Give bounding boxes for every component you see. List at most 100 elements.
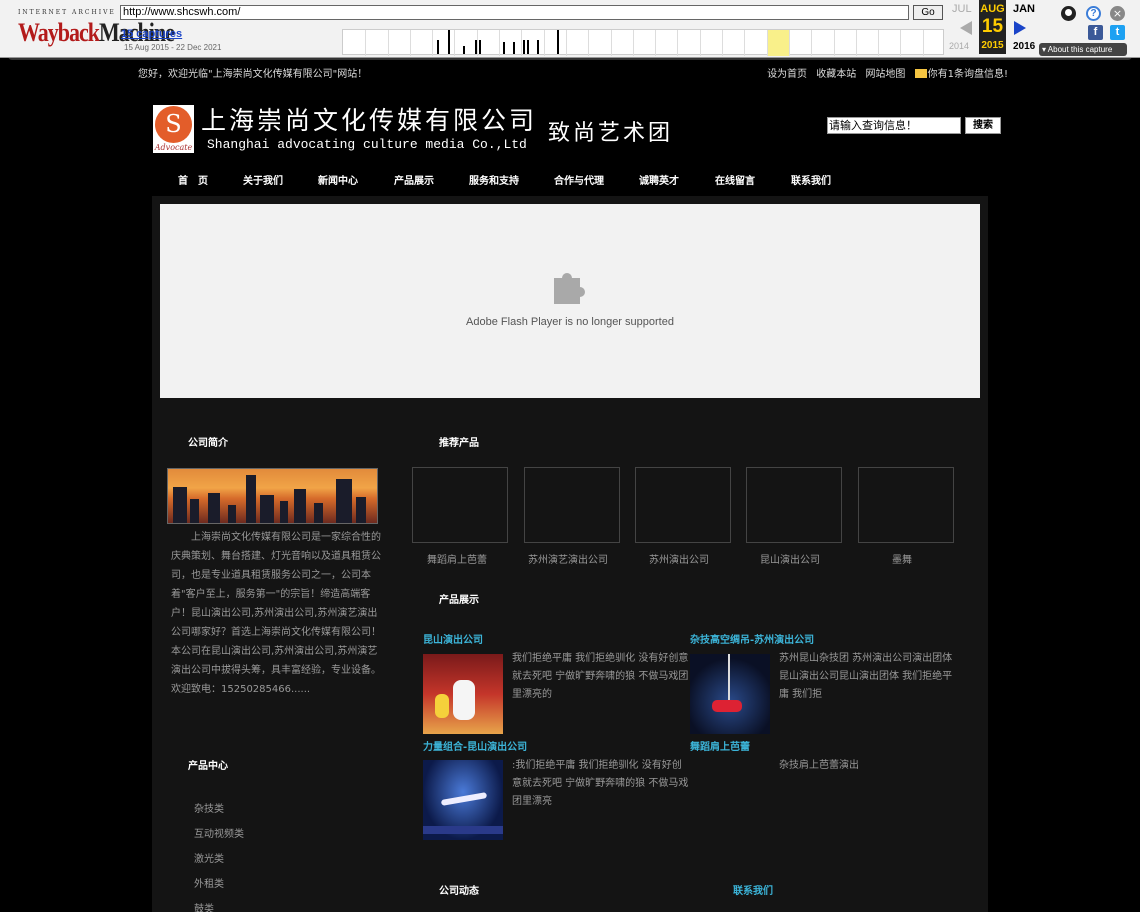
flash-message: Adobe Flash Player is no longer supporte… [466,316,674,328]
captures-link[interactable]: 15 captures [121,28,182,40]
intro-title: 公司简介 [188,438,228,449]
timeline-column [432,30,434,56]
product-thumbnail[interactable] [746,467,842,543]
wayback-logo-word: Wayback [18,17,100,47]
timeline-column [855,30,857,56]
slogan: 致尚艺术团 [548,121,674,146]
top-links: 设为首页 收藏本站 网站地图 你有1条询盘信息! [761,65,1008,80]
company-logo[interactable]: S Advocate [153,105,194,153]
nav-home[interactable]: 首 页 [178,172,208,187]
timeline-column [722,30,724,56]
next-capture-arrow-icon[interactable] [1014,21,1026,35]
current-day: 15 [981,16,1004,37]
timeline-column [900,30,902,56]
timeline-column [922,30,924,56]
category-link[interactable]: 互动视频类 [194,825,244,840]
showcase-item-image[interactable] [423,760,503,840]
next-month-label[interactable]: JAN [1013,3,1035,15]
category-link[interactable]: 杂技类 [194,800,224,815]
logo-wordmark: Advocate [154,143,193,152]
set-homepage-link[interactable]: 设为首页 [767,69,807,80]
showcase-item-text: 杂技肩上芭蕾演出 [779,760,859,771]
capture-bar[interactable] [479,40,481,54]
timeline-column [387,30,389,56]
nav-contact[interactable]: 联系我们 [791,172,831,187]
capture-bar[interactable] [513,42,515,54]
contact-title: 联系我们 [733,886,773,897]
about-capture-button[interactable]: ▾ About this capture [1039,43,1127,56]
product-thumbnail[interactable] [635,467,731,543]
prev-capture-arrow-icon[interactable] [960,21,972,35]
url-input[interactable]: http://www.shcswh.com/ [120,5,909,20]
capture-bar[interactable] [448,30,450,54]
product-thumbnail[interactable] [858,467,954,543]
product-caption[interactable]: 昆山演出公司 [735,551,845,566]
timeline-column [655,30,657,56]
recommended-title: 推荐产品 [439,438,479,449]
wayback-toolbar: INTERNET ARCHIVE WaybackMachine http://w… [0,0,1140,58]
inquiry-link[interactable]: 你有1条询盘信息! [914,69,1008,80]
next-year-label[interactable]: 2016 [1013,41,1035,52]
product-thumbnail[interactable] [412,467,508,543]
showcase-item-title[interactable]: 舞蹈肩上芭蕾 [690,738,750,753]
capture-timeline[interactable] [342,29,944,56]
plugin-puzzle-icon [554,273,585,304]
nav-partner[interactable]: 合作与代理 [554,172,604,187]
timeline-column [565,30,567,56]
mail-icon [914,69,927,78]
showcase-item-title[interactable]: 力量组合-昆山演出公司 [423,738,527,753]
showcase-item-title[interactable]: 昆山演出公司 [423,631,483,646]
capture-bar[interactable] [523,40,525,54]
showcase-item-image[interactable] [690,654,770,734]
showcase-item-image[interactable] [423,654,503,734]
nav-products[interactable]: 产品展示 [394,172,434,187]
wayback-logo-caption: INTERNET ARCHIVE [18,9,116,16]
nav-jobs[interactable]: 诚聘英才 [639,172,679,187]
product-caption[interactable]: 苏州演艺演出公司 [513,551,623,566]
showcase-item-text: 苏州昆山杂技团 苏州演出公司演出团体 昆山演出公司昆山演出团体 我们拒绝平庸 我… [779,653,953,700]
nav-news[interactable]: 新闻中心 [318,172,358,187]
close-icon[interactable]: × [1110,6,1125,21]
sitemap-link[interactable]: 网站地图 [865,69,905,80]
capture-date-range: 15 Aug 2015 - 22 Dec 2021 [124,43,222,52]
prev-year-label[interactable]: 2014 [949,41,969,51]
capture-bar[interactable] [557,30,559,54]
product-caption[interactable]: 舞蹈肩上芭蕾 [402,551,512,566]
help-icon[interactable]: ? [1086,6,1101,21]
nav-about[interactable]: 关于我们 [243,172,283,187]
search-input[interactable]: 请输入查询信息！ [827,117,961,134]
go-button[interactable]: Go [913,5,943,20]
timeline-column [788,30,790,56]
city-skyline-image [167,468,378,524]
category-link[interactable]: 激光类 [194,850,224,865]
twitter-icon[interactable]: t [1110,25,1125,40]
timeline-column [699,30,701,56]
main-nav: 首 页 关于我们 新闻中心 产品展示 服务和支持 合作与代理 诚聘英才 在线留言… [178,172,831,187]
news-title: 公司动态 [439,886,479,897]
user-icon[interactable] [1061,6,1076,21]
product-caption[interactable]: 墨舞 [847,551,957,566]
timeline-current-highlight [766,30,789,56]
capture-bar[interactable] [463,46,465,54]
category-link[interactable]: 外租类 [194,875,224,890]
capture-bar[interactable] [437,40,439,54]
products-center-title: 产品中心 [188,761,228,772]
nav-message[interactable]: 在线留言 [715,172,755,187]
capture-bar[interactable] [537,40,539,54]
timeline-column [677,30,679,56]
facebook-icon[interactable]: f [1088,25,1103,40]
showcase-item-title[interactable]: 杂技高空绸吊-苏州演出公司 [690,631,814,646]
current-month: AUG [980,3,1005,15]
product-caption[interactable]: 苏州演出公司 [624,551,734,566]
category-link[interactable]: 鼓类 [194,900,214,912]
capture-bar[interactable] [527,40,529,54]
prev-month-label[interactable]: JUL [952,3,972,15]
bookmark-link[interactable]: 收藏本站 [816,69,856,80]
timeline-column [766,30,768,56]
product-thumbnail[interactable] [524,467,620,543]
capture-bar[interactable] [475,40,477,54]
search-button[interactable]: 搜索 [965,117,1001,134]
nav-service[interactable]: 服务和支持 [469,172,519,187]
current-capture-date: AUG 15 2015 [979,0,1006,54]
capture-bar[interactable] [503,42,505,54]
